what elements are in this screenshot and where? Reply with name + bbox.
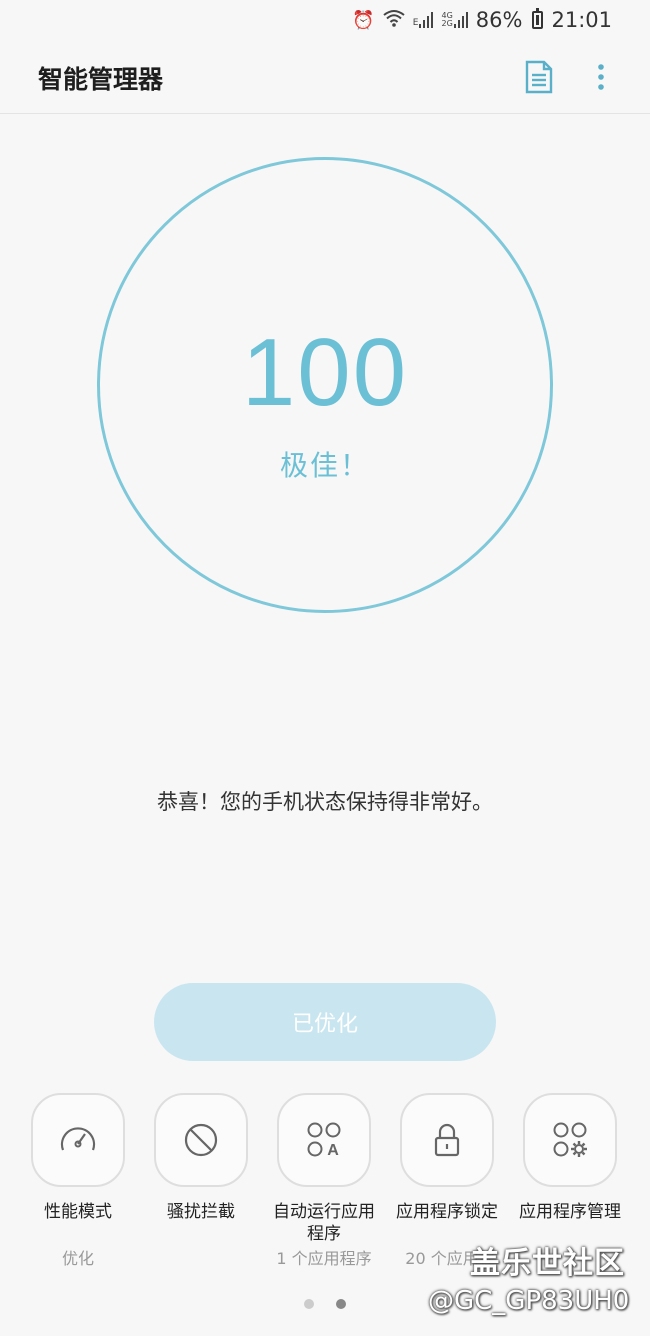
feature-tile[interactable] [400, 1093, 494, 1187]
optimize-button[interactable]: 已优化 [154, 983, 496, 1061]
score-rating: 极佳！ [279, 449, 370, 482]
feature-label: 应用程序锁定 [396, 1202, 498, 1222]
signal-icon-1: E [413, 12, 434, 28]
watermark-user: @GC_GP83UH0 [428, 1286, 630, 1316]
feature-tile[interactable]: A [277, 1093, 371, 1187]
feature-label: 应用程序管理 [519, 1202, 621, 1222]
feature-label: 性能模式 [44, 1202, 112, 1222]
status-message: 恭喜！您的手机状态保持得非常好。 [157, 790, 493, 814]
svg-text:A: A [327, 1142, 339, 1159]
feature-auto-run-apps[interactable]: A 自动运行应用 程序 [262, 1093, 386, 1245]
feature-status: 1 个应用程序 [276, 1249, 372, 1268]
app-settings-icon [553, 1122, 587, 1157]
page-dot-active[interactable] [336, 1299, 346, 1309]
feature-status: 优化 [61, 1249, 94, 1268]
feature-tile[interactable] [523, 1093, 617, 1187]
feature-call-block[interactable]: 骚扰拦截 [139, 1093, 263, 1223]
signal-icon-2: 4G 2G [441, 12, 468, 28]
report-icon[interactable] [524, 60, 554, 94]
more-options-icon[interactable] [590, 60, 612, 94]
feature-app-lock[interactable]: 应用程序锁定 [385, 1093, 509, 1223]
wifi-icon [383, 9, 405, 32]
feature-performance-mode[interactable]: 性能模式 [16, 1093, 140, 1223]
app-bar: 智能管理器 [0, 40, 650, 114]
page-title: 智能管理器 [38, 65, 164, 94]
feature-app-management[interactable]: 应用程序管理 [508, 1093, 632, 1223]
alarm-icon: ⏰ [352, 9, 375, 31]
auto-run-apps-icon: A [307, 1122, 341, 1159]
feature-label: 自动运行应用 程序 [273, 1202, 375, 1244]
feature-tile[interactable] [154, 1093, 248, 1187]
clock: 21:01 [551, 8, 612, 32]
network-type-label: 2G [441, 19, 453, 28]
speedometer-icon [60, 1127, 96, 1151]
watermark-brand: 盖乐世社区 [470, 1246, 625, 1281]
device-score: 100 [241, 319, 409, 426]
network-type-label: E [412, 18, 419, 28]
battery-percent: 86% [475, 8, 523, 32]
lock-icon [434, 1123, 460, 1157]
page-dot[interactable] [304, 1299, 314, 1309]
battery-icon [532, 8, 544, 29]
status-bar: ⏰ E 4G 2G 86% 21:01 [0, 0, 650, 40]
block-icon [184, 1123, 218, 1157]
feature-label: 骚扰拦截 [167, 1202, 235, 1222]
feature-tile[interactable] [31, 1093, 125, 1187]
